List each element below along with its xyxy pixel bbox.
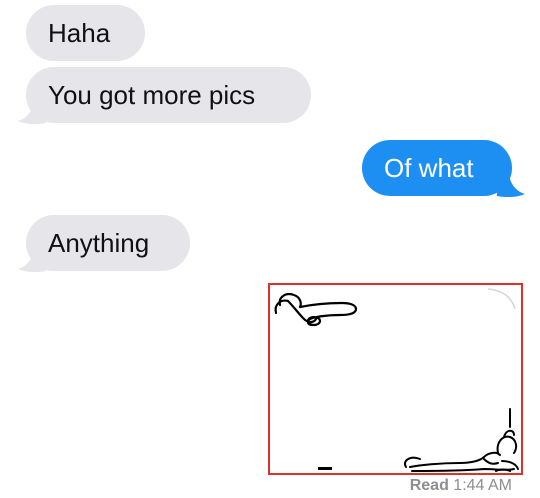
image-message-highlight[interactable] [268, 283, 523, 475]
message-thread: Haha You got more pics Of what Anything [0, 0, 540, 498]
incoming-message-bubble[interactable]: You got more pics [26, 67, 311, 123]
message-text: Of what [384, 153, 474, 183]
read-time: 1:44 AM [453, 477, 512, 494]
read-label: Read [409, 477, 449, 494]
incoming-bubble-tail [18, 247, 46, 273]
read-receipt: Read 1:44 AM [410, 477, 512, 495]
message-text: Anything [48, 228, 150, 258]
outgoing-bubble-tail [497, 172, 525, 198]
message-text: Haha [48, 18, 111, 48]
incoming-bubble-tail [18, 99, 46, 125]
message-text: You got more pics [48, 80, 256, 110]
incoming-message-bubble[interactable]: Haha [26, 5, 145, 61]
outgoing-message-bubble[interactable]: Of what [362, 140, 512, 196]
doodle-image [274, 288, 519, 472]
incoming-message-bubble[interactable]: Anything [26, 215, 190, 271]
